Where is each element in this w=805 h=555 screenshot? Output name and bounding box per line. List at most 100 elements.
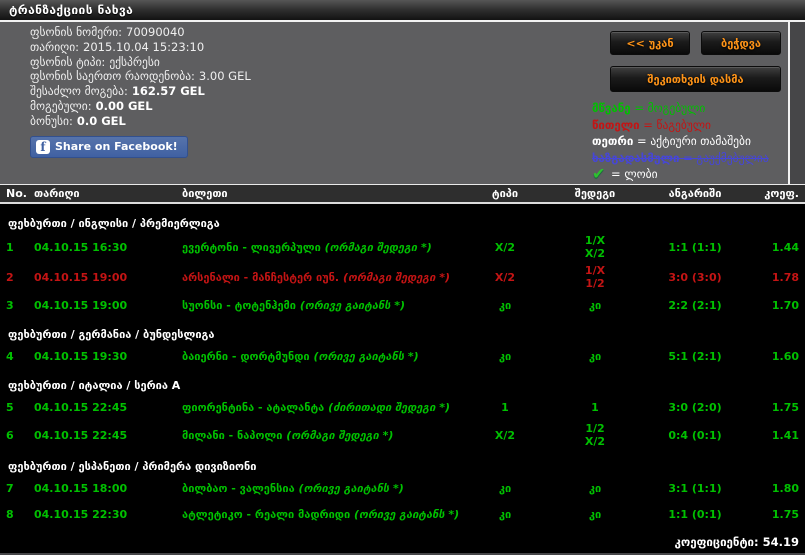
total-coefficient-label: კოეფიციენტი: (674, 535, 759, 549)
cell-coef: 1.78 (771, 270, 799, 284)
cell-type: კი (498, 481, 512, 495)
bet-date-row: თარიღი: 2015.10.04 15:23:10 (30, 40, 251, 55)
cell-coef: 1.60 (771, 349, 799, 363)
won-amount-row: მოგებული: 0.00 GEL (30, 99, 251, 114)
cell-no: 4 (6, 349, 14, 363)
bet-total-value: 3.00 GEL (198, 69, 251, 84)
table-row: 8 04.10.15 22:30 ატლეტიკო - რეალი მადრიდ… (0, 501, 805, 527)
legend-won: მწვანე = მოგებული (592, 101, 706, 115)
cell-date: 04.10.15 22:45 (34, 400, 128, 414)
match-name: სუონსი - ტოტენჰემი (182, 298, 297, 312)
cell-date: 04.10.15 18:00 (34, 481, 128, 495)
bet-number-value: 70090040 (126, 25, 185, 39)
cell-coef: 1.44 (771, 240, 799, 254)
table-row: 3 04.10.15 19:00 სუონსი - ტოტენჰემი (ორი… (0, 292, 805, 318)
cell-score: 1:1 (1:1) (668, 240, 722, 254)
total-coefficient-value: 54.19 (762, 535, 799, 549)
won-amount-value: 0.00 GEL (95, 98, 153, 113)
match-name: ფიორენტინა - ატალანტა (182, 400, 325, 414)
market-name: (ორივე გაიტანს *) (299, 298, 406, 312)
cell-coef: 1.70 (771, 298, 799, 312)
section-header: ფეხბურთი / იტალია / სერია A (8, 379, 181, 392)
bet-number-row: ფსონის ნომერი: 70090040 (30, 25, 251, 40)
bets-table: No. თარიღი ბილეთი ტიპი შედეგი ანგარიში კ… (0, 184, 805, 553)
table-header: No. თარიღი ბილეთი ტიპი შედეგი ანგარიში კ… (0, 184, 805, 204)
cell-date: 04.10.15 19:30 (34, 349, 128, 363)
transaction-summary-panel: ფსონის ნომერი: 70090040 თარიღი: 2015.10.04… (0, 22, 805, 184)
bet-type-label: ფსონის ტიპი: (30, 54, 106, 69)
cell-result: კი (588, 349, 602, 363)
cell-result: 1/X X/2 (584, 234, 606, 260)
cell-coef: 1.80 (771, 481, 799, 495)
bet-type-value: ექსპრესი (109, 54, 160, 69)
cell-score: 3:1 (1:1) (668, 481, 722, 495)
cell-type: X/2 (494, 270, 516, 284)
bet-type-row: ფსონის ტიპი: ექსპრესი (30, 55, 251, 70)
match-name: ბაიერნი - დორტმუნდი (182, 349, 310, 363)
cell-no: 8 (6, 507, 14, 521)
cell-type: კი (498, 298, 512, 312)
table-row: 7 04.10.15 18:00 ბილბაო - ვალენსია (ორივ… (0, 475, 805, 501)
facebook-icon: f (36, 139, 50, 154)
cell-score: 1:1 (0:1) (668, 507, 722, 521)
cell-score: 0:4 (0:1) (668, 428, 722, 442)
match-name: არსენალი - მანჩესტერ იუნ. (182, 270, 340, 284)
cell-ticket: ბილბაო - ვალენსია (ორივე გაიტანს *) (182, 482, 465, 495)
cell-no: 1 (6, 240, 14, 254)
market-name: (ორივე გაიტანს *) (313, 349, 419, 363)
cell-no: 2 (6, 270, 14, 284)
market-name: (ორივე გაიტანს *) (354, 507, 460, 521)
table-row: 6 04.10.15 22:45 მილანი - ნაპოლი (ორმაგი… (0, 420, 805, 450)
cell-date: 04.10.15 19:00 (34, 298, 128, 312)
cell-type: კი (498, 507, 512, 521)
match-name: მილანი - ნაპოლი (182, 428, 283, 442)
ask-question-button[interactable]: შეკითხვის დასმა (610, 66, 781, 92)
market-name: (ორმაგი შედეგი *) (342, 270, 451, 284)
cell-no: 6 (6, 428, 14, 442)
section-header: ფეხბურთი / ესპანეთი / პრიმერა დივიზიონი (8, 460, 257, 473)
cell-type: X/2 (494, 428, 516, 442)
market-name: (ძირითადი შედეგი *) (328, 400, 451, 414)
market-name: (ორმაგი შედეგი *) (286, 428, 394, 442)
bet-info-block: ფსონის ნომერი: 70090040 თარიღი: 2015.10.04… (30, 25, 251, 158)
table-row: 2 04.10.15 19:00 არსენალი - მანჩესტერ იუ… (0, 262, 805, 292)
print-button[interactable]: ბეჭდვა (701, 31, 781, 55)
page-title-bar: ტრანზაქციის ნახვა (0, 0, 805, 22)
match-name: ატლეტიკო - რეალი მადრიდი (182, 507, 351, 521)
match-name: ევერტონი - ლივერპული (182, 240, 321, 254)
table-row: 1 04.10.15 16:30 ევერტონი - ლივერპული (ო… (0, 232, 805, 262)
total-coefficient: კოეფიციენტი: 54.19 (0, 527, 805, 549)
cell-ticket: მილანი - ნაპოლი (ორმაგი შედეგი *) (182, 429, 465, 442)
back-button[interactable]: << უკან (610, 31, 690, 55)
cell-ticket: ფიორენტინა - ატალანტა (ძირითადი შედეგი *… (182, 401, 465, 414)
cell-result: კი (588, 298, 602, 312)
bet-date-label: თარიღი: (30, 39, 80, 54)
legend-active: თეთრი = აქტიური თამაშები (592, 134, 751, 148)
bet-total-label: ფსონის საერთო რაოდენობა: (30, 69, 195, 84)
page-title: ტრანზაქციის ნახვა (9, 3, 134, 17)
facebook-share-button[interactable]: f Share on Facebook! (30, 135, 188, 158)
color-legend: მწვანე = მოგებული წითელი = წაგებული თეთრ… (592, 100, 790, 183)
cell-date: 04.10.15 19:00 (34, 270, 128, 284)
table-row: 5 04.10.15 22:45 ფიორენტინა - ატალანტა (… (0, 394, 805, 420)
header-result: შედეგი (574, 187, 616, 200)
cell-coef: 1.75 (771, 400, 799, 414)
won-amount-label: მოგებული: (30, 98, 92, 113)
cell-score: 2:2 (2:1) (668, 298, 722, 312)
cell-type: 1 (501, 400, 509, 414)
cell-result: 1/2 X/2 (584, 422, 606, 448)
header-ticket: ბილეთი (182, 187, 228, 200)
cell-score: 5:1 (2:1) (668, 349, 722, 363)
table-row: 4 04.10.15 19:30 ბაიერნი - დორტმუნდი (ორ… (0, 343, 805, 369)
cell-type: X/2 (494, 240, 516, 254)
cell-coef: 1.75 (771, 507, 799, 521)
cell-ticket: ბაიერნი - დორტმუნდი (ორივე გაიტანს *) (182, 350, 465, 363)
bonus-label: ბონუსი: (30, 113, 73, 128)
cell-score: 3:0 (2:0) (668, 400, 722, 414)
cell-coef: 1.41 (771, 428, 799, 442)
possible-win-row: შესაძლო მოგება: 162.57 GEL (30, 84, 251, 99)
cell-date: 04.10.15 22:45 (34, 428, 128, 442)
cell-no: 3 (6, 298, 14, 312)
cell-score: 3:0 (3:0) (668, 270, 722, 284)
facebook-share-label: Share on Facebook! (55, 140, 178, 154)
